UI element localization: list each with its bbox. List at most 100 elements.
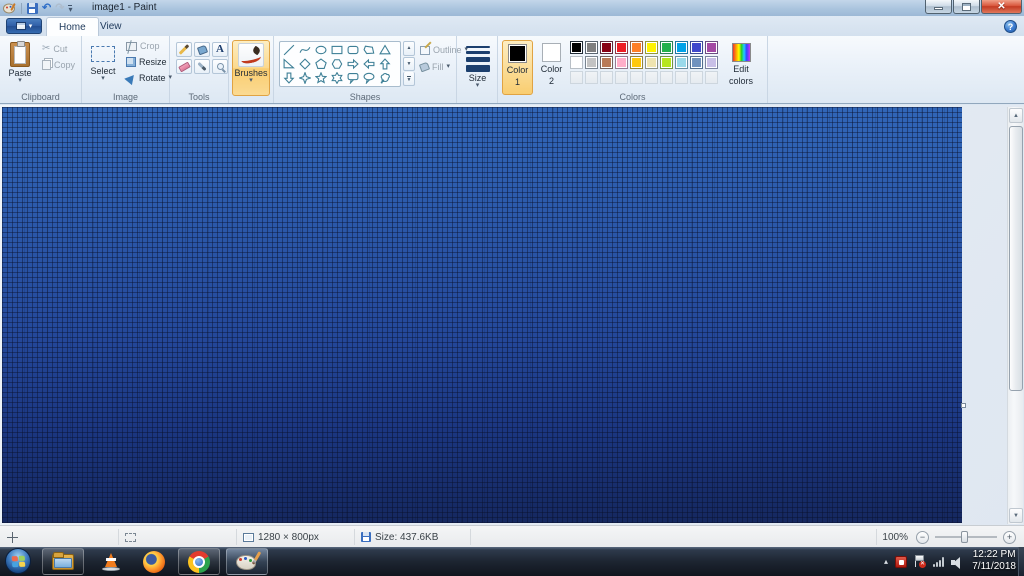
rotate-button[interactable]: Rotate ▾ xyxy=(124,71,172,85)
palette-color-0-0[interactable] xyxy=(570,41,583,54)
taskbar-clock[interactable]: 12:22 PM 7/11/2018 xyxy=(972,549,1016,573)
zoom-out-button[interactable]: − xyxy=(916,530,929,544)
close-button[interactable]: ✕ xyxy=(981,0,1022,14)
shape-right-triangle[interactable] xyxy=(281,57,297,71)
shape-cloud-callout[interactable] xyxy=(377,71,393,85)
palette-color-1-4[interactable] xyxy=(630,56,643,69)
shape-rectangle[interactable] xyxy=(329,43,345,57)
text-tool-button[interactable]: A xyxy=(212,42,228,57)
shape-curve[interactable] xyxy=(297,43,313,57)
volume-icon[interactable] xyxy=(951,556,964,569)
shape-oval[interactable] xyxy=(313,43,329,57)
customize-qat-button[interactable]: ▾ xyxy=(68,5,73,14)
palette-color-0-1[interactable] xyxy=(585,41,598,54)
taskbar-app-chrome[interactable] xyxy=(178,548,220,575)
zoom-slider-track[interactable] xyxy=(935,531,997,543)
show-desktop-button[interactable] xyxy=(1018,547,1024,576)
shape-four-point-star[interactable] xyxy=(297,71,313,85)
shape-down-arrow[interactable] xyxy=(281,71,297,85)
shape-five-point-star[interactable] xyxy=(313,71,329,85)
shape-left-arrow[interactable] xyxy=(361,57,377,71)
palette-color-1-3[interactable] xyxy=(615,56,628,69)
palette-color-0-5[interactable] xyxy=(645,41,658,54)
copy-button: Copy xyxy=(42,60,75,70)
undo-button[interactable]: ↶ xyxy=(42,2,51,14)
canvas-resize-handle[interactable] xyxy=(961,403,966,408)
palette-color-1-8[interactable] xyxy=(690,56,703,69)
shape-hexagon[interactable] xyxy=(329,57,345,71)
copy-icon xyxy=(42,60,51,70)
taskbar-app-firefox[interactable] xyxy=(133,548,175,575)
drawing-canvas[interactable] xyxy=(2,107,962,523)
color-picker-tool-button[interactable] xyxy=(194,59,210,74)
color2-button[interactable]: Color 2 xyxy=(536,40,567,95)
shape-six-point-star[interactable] xyxy=(329,71,345,85)
shape-pentagon[interactable] xyxy=(313,57,329,71)
palette-color-0-3[interactable] xyxy=(615,41,628,54)
zoom-slider-thumb[interactable] xyxy=(961,531,968,543)
palette-color-1-0[interactable] xyxy=(570,56,583,69)
taskbar-app-explorer[interactable] xyxy=(42,548,84,575)
eraser-tool-button[interactable] xyxy=(176,59,192,74)
size-button[interactable]: Size ▾ xyxy=(461,40,494,96)
palette-color-0-8[interactable] xyxy=(690,41,703,54)
shape-rounded-callout[interactable] xyxy=(345,71,361,85)
taskbar-app-vlc[interactable] xyxy=(90,548,132,575)
color1-button[interactable]: Color 1 xyxy=(502,40,533,95)
brushes-button[interactable]: Brushes ▾ xyxy=(232,40,270,96)
resize-button[interactable]: Resize xyxy=(126,57,167,67)
select-button[interactable]: Select ▾ xyxy=(85,40,121,82)
palette-color-0-4[interactable] xyxy=(630,41,643,54)
zoom-in-button[interactable]: + xyxy=(1003,530,1016,544)
magnifier-tool-button[interactable] xyxy=(212,59,228,74)
tab-view[interactable]: View xyxy=(88,17,134,36)
shapes-scroll-up-button[interactable]: ▲ xyxy=(403,41,415,56)
paint-menu-button[interactable]: ▾ xyxy=(6,18,42,34)
shape-up-arrow[interactable] xyxy=(377,57,393,71)
start-button[interactable] xyxy=(5,548,31,574)
resize-label: Resize xyxy=(139,57,167,67)
palette-color-0-9[interactable] xyxy=(705,41,718,54)
maximize-button[interactable] xyxy=(953,0,980,14)
shape-triangle[interactable] xyxy=(377,43,393,57)
palette-color-1-7[interactable] xyxy=(675,56,688,69)
shape-line[interactable] xyxy=(281,43,297,57)
group-clipboard: Paste ▾ ✂ Cut Copy Clipboard xyxy=(0,36,82,103)
taskbar-app-paint[interactable] xyxy=(226,548,268,575)
security-icon[interactable] xyxy=(895,555,907,568)
paste-button[interactable]: Paste ▾ xyxy=(4,40,36,84)
palette-color-1-1[interactable] xyxy=(585,56,598,69)
network-icon[interactable] xyxy=(933,556,944,567)
close-icon: ✕ xyxy=(997,0,1006,12)
scroll-up-button[interactable]: ▲ xyxy=(1009,108,1023,123)
palette-color-1-9[interactable] xyxy=(705,56,718,69)
scrollbar-thumb[interactable] xyxy=(1009,126,1023,391)
shape-fill-button[interactable]: Fill ▾ xyxy=(418,61,450,73)
palette-color-1-2[interactable] xyxy=(600,56,613,69)
palette-color-0-6[interactable] xyxy=(660,41,673,54)
shape-oval-callout[interactable] xyxy=(361,71,377,85)
palette-color-1-6[interactable] xyxy=(660,56,673,69)
shape-right-arrow[interactable] xyxy=(345,57,361,71)
shapes-more-button[interactable]: ▼ xyxy=(403,72,415,87)
pencil-tool-button[interactable] xyxy=(176,42,192,57)
scroll-down-button[interactable]: ▼ xyxy=(1009,508,1023,523)
shape-rounded-rectangle[interactable] xyxy=(345,43,361,57)
fill-tool-button[interactable] xyxy=(194,42,210,57)
save-button[interactable] xyxy=(27,2,38,14)
palette-color-0-2[interactable] xyxy=(600,41,613,54)
help-button[interactable]: ? xyxy=(1004,20,1017,33)
vertical-scrollbar[interactable]: ▲ ▼ xyxy=(1007,107,1023,524)
shape-polygon[interactable] xyxy=(361,43,377,57)
ribbon-empty-area xyxy=(768,36,1024,103)
minimize-button[interactable] xyxy=(925,0,952,14)
color2-label: Color xyxy=(540,64,563,74)
action-center-icon[interactable]: ✕ xyxy=(914,555,926,568)
show-hidden-icons-button[interactable]: ▴ xyxy=(884,557,888,566)
status-divider xyxy=(876,529,877,545)
edit-colors-button[interactable]: Edit colors xyxy=(723,40,759,95)
shape-diamond[interactable] xyxy=(297,57,313,71)
shapes-scroll-down-button[interactable]: ▼ xyxy=(403,56,415,72)
palette-color-0-7[interactable] xyxy=(675,41,688,54)
palette-color-1-5[interactable] xyxy=(645,56,658,69)
